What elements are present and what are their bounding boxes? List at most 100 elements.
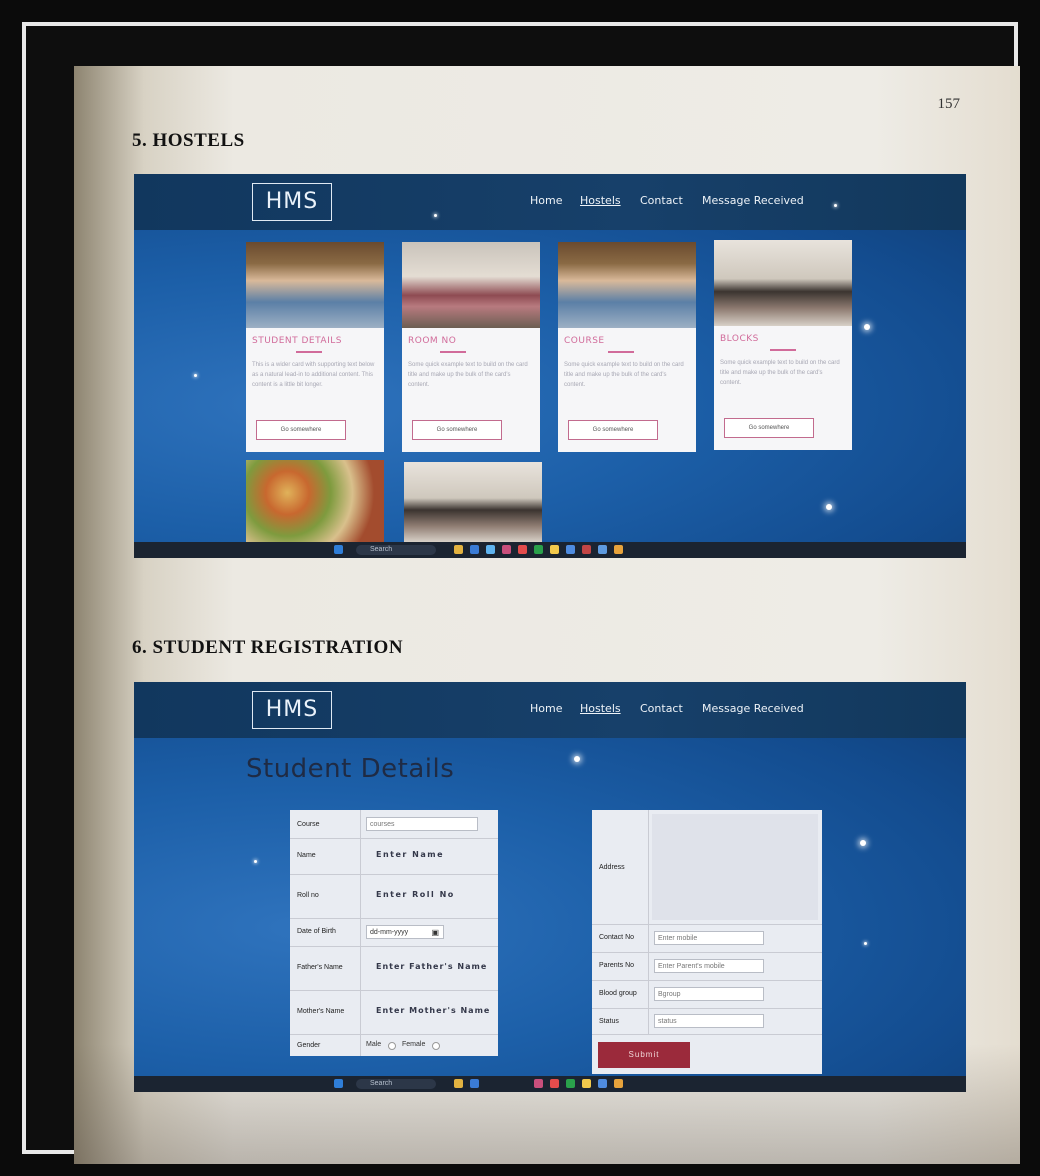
roll-no-input[interactable]: Enter Roll No [376, 890, 455, 899]
taskbar-search[interactable]: Search [356, 1079, 436, 1089]
app-icon[interactable] [534, 545, 543, 554]
form-row-status: Status status [592, 1008, 822, 1035]
mother-name-input[interactable]: Enter Mother's Name [376, 1006, 490, 1015]
app-icon[interactable] [566, 1079, 575, 1088]
windows-start-icon[interactable] [334, 545, 343, 554]
card-blocks: BLOCKS Some quick example text to build … [714, 240, 852, 450]
form-row-address: Address [592, 810, 822, 925]
form-row-blood: Blood group Bgroup [592, 980, 822, 1009]
roll-no-label: Roll no [297, 892, 319, 899]
app-icon[interactable] [550, 545, 559, 554]
course-label: Course [297, 821, 320, 828]
card-image [402, 242, 540, 328]
card-image [246, 460, 384, 542]
status-input[interactable]: status [654, 1014, 764, 1028]
app-icon[interactable] [470, 545, 479, 554]
go-somewhere-button[interactable]: Go somewhere [256, 420, 346, 440]
taskbar: Search [134, 542, 966, 558]
app-icon[interactable] [550, 1079, 559, 1088]
card-image [246, 242, 384, 328]
edge-icon[interactable] [486, 545, 495, 554]
father-name-label: Father's Name [297, 964, 343, 971]
form-row-parents: Parents No Enter Parent's mobile [592, 952, 822, 981]
navbar: HMS Home Hostels Contact Message Receive… [134, 682, 966, 738]
form-row-course: Course courses [290, 810, 498, 839]
course-select[interactable]: courses [366, 817, 478, 831]
card-image [404, 462, 542, 542]
name-label: Name [297, 852, 316, 859]
card-title: ROOM NO [408, 336, 457, 346]
card-text: Some quick example text to build on the … [564, 362, 684, 388]
nav-home[interactable]: Home [530, 702, 562, 715]
card-room-no: ROOM NO Some quick example text to build… [402, 242, 540, 452]
app-icon[interactable] [598, 545, 607, 554]
nav-hostels[interactable]: Hostels [580, 194, 621, 207]
card-text: Some quick example text to build on the … [720, 360, 840, 386]
parents-no-input[interactable]: Enter Parent's mobile [654, 959, 764, 973]
app-icon[interactable] [470, 1079, 479, 1088]
app-icon[interactable] [598, 1079, 607, 1088]
go-somewhere-button[interactable]: Go somewhere [724, 418, 814, 438]
navbar: HMS Home Hostels Contact Message Receive… [134, 174, 966, 230]
folder-icon[interactable] [454, 1079, 463, 1088]
father-name-input[interactable]: Enter Father's Name [376, 962, 487, 971]
student-form-left: Course courses Name Enter Name Roll no E… [290, 810, 498, 1056]
card-text: Some quick example text to build on the … [408, 362, 528, 388]
app-icon[interactable] [502, 545, 511, 554]
form-row-name: Name Enter Name [290, 838, 498, 875]
photo-frame: 157 5. HOSTELS HMS Home Hostels Contact … [22, 22, 1020, 1164]
card-title: COURSE [564, 336, 605, 346]
dob-input[interactable]: dd-mm-yyyy ▣ [366, 925, 444, 939]
card-food [246, 460, 384, 542]
app-icon[interactable] [582, 545, 591, 554]
card-student-details: STUDENT DETAILS This is a wider card wit… [246, 242, 384, 452]
form-row-roll-no: Roll no Enter Roll No [290, 874, 498, 919]
star [864, 324, 870, 330]
dob-label: Date of Birth [297, 928, 336, 935]
app-icon[interactable] [534, 1079, 543, 1088]
hostels-screenshot: HMS Home Hostels Contact Message Receive… [134, 174, 966, 558]
taskbar-search[interactable]: Search [356, 545, 436, 555]
gender-female-label: Female [402, 1041, 426, 1048]
folder-icon[interactable] [454, 545, 463, 554]
app-icon[interactable] [614, 1079, 623, 1088]
nav-contact[interactable]: Contact [640, 194, 683, 207]
name-input[interactable]: Enter Name [376, 850, 444, 859]
go-somewhere-button[interactable]: Go somewhere [412, 420, 502, 440]
nav-contact[interactable]: Contact [640, 702, 683, 715]
app-icon[interactable] [566, 545, 575, 554]
page-number: 157 [937, 96, 961, 112]
student-form-right: Address Contact No Enter mobile Parents … [592, 810, 822, 1074]
hms-logo[interactable]: HMS [252, 691, 332, 729]
form-row-father: Father's Name Enter Father's Name [290, 946, 498, 991]
nav-message-received[interactable]: Message Received [702, 194, 804, 207]
address-textarea[interactable] [652, 814, 818, 920]
contact-no-input[interactable]: Enter mobile [654, 931, 764, 945]
submit-button[interactable]: Submit [598, 1042, 690, 1068]
nav-hostels[interactable]: Hostels [580, 702, 621, 715]
app-icon[interactable] [582, 1079, 591, 1088]
hms-logo[interactable]: HMS [252, 183, 332, 221]
blood-group-label: Blood group [599, 990, 637, 997]
card-image [558, 242, 696, 328]
blood-group-input[interactable]: Bgroup [654, 987, 764, 1001]
nav-home[interactable]: Home [530, 194, 562, 207]
address-label: Address [599, 864, 625, 871]
calendar-icon[interactable]: ▣ [431, 926, 439, 939]
form-row-mother: Mother's Name Enter Mother's Name [290, 990, 498, 1035]
app-icon[interactable] [614, 545, 623, 554]
windows-start-icon[interactable] [334, 1079, 343, 1088]
card-title: BLOCKS [720, 334, 759, 344]
nav-message-received[interactable]: Message Received [702, 702, 804, 715]
page-title: Student Details [246, 754, 455, 784]
parents-no-label: Parents No [599, 962, 635, 969]
card-course: COURSE Some quick example text to build … [558, 242, 696, 452]
form-row-gender: Gender Male Female [290, 1034, 498, 1056]
taskbar: Search [134, 1076, 966, 1092]
app-icon[interactable] [518, 545, 527, 554]
printed-page: 157 5. HOSTELS HMS Home Hostels Contact … [74, 66, 1020, 1164]
go-somewhere-button[interactable]: Go somewhere [568, 420, 658, 440]
gender-male-radio[interactable] [388, 1042, 396, 1050]
card-room [404, 462, 542, 542]
gender-female-radio[interactable] [432, 1042, 440, 1050]
